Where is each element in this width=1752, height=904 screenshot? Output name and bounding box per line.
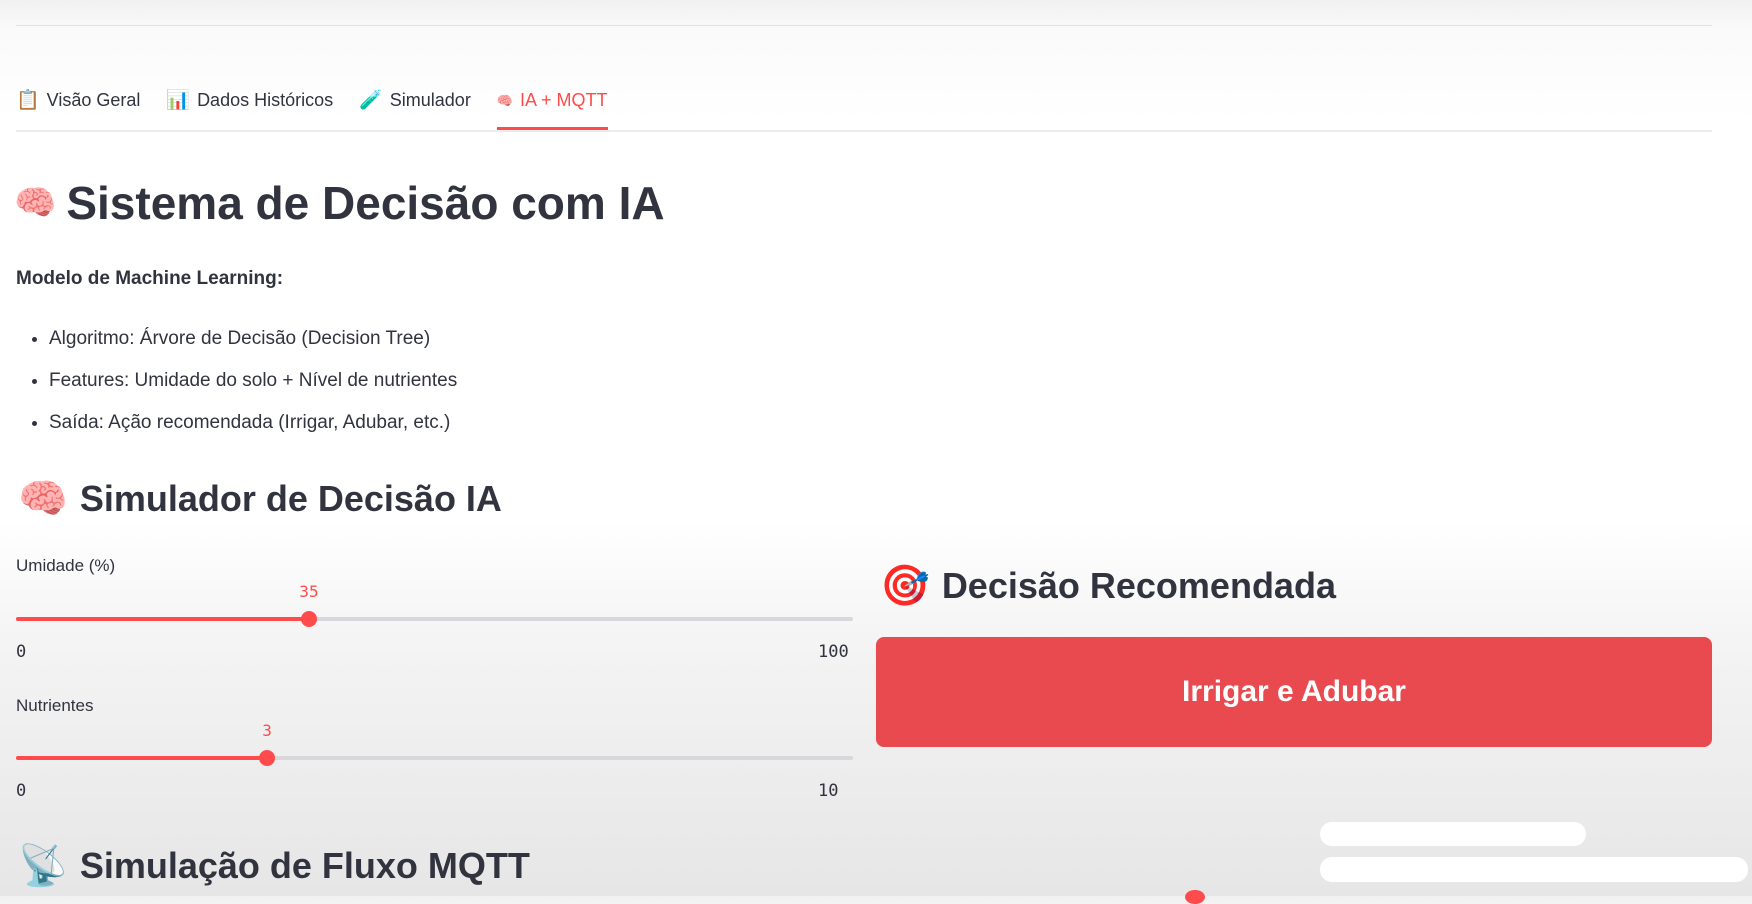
nutrients-slider[interactable]: 3: [16, 721, 853, 773]
mqtt-heading-text: Simulação de Fluxo MQTT: [79, 845, 530, 886]
list-item: Features: Umidade do solo + Nível de nut…: [49, 360, 457, 402]
satellite-antenna-icon: 📡: [18, 844, 68, 888]
slider-fill: [16, 756, 268, 760]
slider-fill: [16, 617, 309, 621]
tab-label: Simulador: [389, 89, 471, 110]
tab-label: Visão Geral: [46, 89, 141, 110]
brain-icon: 🧠: [18, 477, 68, 521]
slider-value: 3: [262, 721, 272, 740]
tab-visao-geral[interactable]: 📋 Visão Geral: [16, 78, 140, 122]
brain-icon: 🧠: [496, 92, 514, 108]
tab-label: IA + MQTT: [520, 89, 608, 110]
tab-simulador[interactable]: 🧪 Simulador: [359, 78, 471, 122]
decision-heading-text: Decisão Recomendada: [941, 565, 1336, 606]
clipboard-icon: 📋: [16, 89, 40, 111]
slider-max: 10: [818, 781, 839, 801]
slider-max: 100: [818, 642, 849, 662]
tab-dados-historicos[interactable]: 📊 Dados Históricos: [166, 78, 333, 122]
tab-ia-mqtt[interactable]: 🧠 IA + MQTT: [496, 78, 608, 130]
simulator-heading-text: Simulador de Decisão IA: [79, 478, 502, 519]
slider-thumb[interactable]: [300, 611, 317, 627]
page-title-text: Sistema de Decisão com IA: [66, 177, 665, 229]
decision-heading: 🎯 Decisão Recomendada: [880, 565, 1336, 607]
model-label: Modelo de Machine Learning:: [16, 268, 284, 289]
slider-value: 35: [299, 582, 319, 601]
brain-icon: 🧠: [14, 184, 57, 222]
tab-bar: 📋 Visão Geral 📊 Dados Históricos 🧪 Simul…: [16, 78, 1712, 132]
test-tube-icon: 🧪: [359, 89, 383, 111]
slider-thumb[interactable]: [259, 750, 276, 766]
cursor-dot: [1185, 890, 1205, 904]
slider-min: 0: [16, 642, 27, 662]
redacted-overlay: [1320, 822, 1586, 846]
list-item: Saída: Ação recomendada (Irrigar, Adubar…: [49, 402, 457, 444]
model-details-list: Algoritmo: Árvore de Decisão (Decision T…: [16, 318, 457, 444]
tab-label: Dados Históricos: [197, 89, 334, 110]
slider-min: 0: [16, 781, 27, 801]
simulator-heading: 🧠 Simulador de Decisão IA: [18, 478, 502, 520]
target-icon: 🎯: [880, 564, 930, 608]
bar-chart-icon: 📊: [166, 89, 191, 111]
decision-result: Irrigar e Adubar: [876, 637, 1712, 747]
humidity-slider-label: Umidade (%): [16, 556, 116, 575]
nutrients-slider-label: Nutrientes: [16, 696, 94, 715]
list-item: Algoritmo: Árvore de Decisão (Decision T…: [49, 318, 457, 360]
humidity-slider[interactable]: 35: [16, 582, 853, 634]
page-title: 🧠 Sistema de Decisão com IA: [14, 176, 665, 230]
redacted-overlay: [1320, 857, 1748, 882]
mqtt-heading: 📡 Simulação de Fluxo MQTT: [18, 845, 530, 887]
top-divider: [16, 25, 1712, 26]
